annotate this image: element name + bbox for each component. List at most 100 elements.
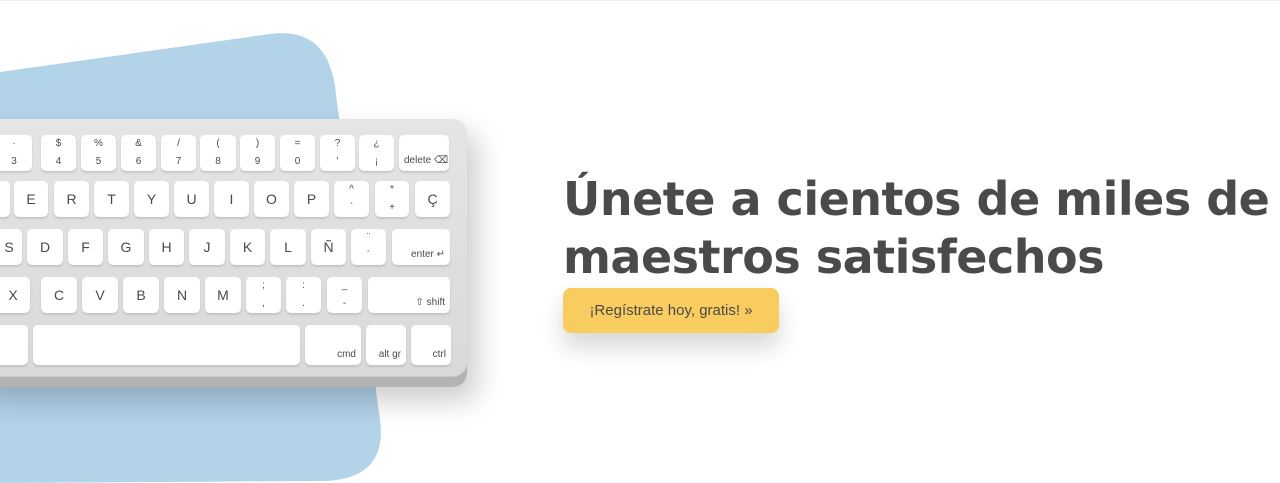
headline-line-1: Únete a cientos de miles de [563,172,1270,226]
key-top-legend: · [12,138,16,149]
keyboard-key: J [189,229,225,265]
key-top-legend: : [302,280,305,291]
key-bottom-legend: ¡ [374,156,379,167]
key-top-legend: ¨ [366,232,371,243]
key-bottom-legend: 7 [175,156,182,167]
keyboard-key: * + [375,181,409,217]
keyboard-key: Y [134,181,169,217]
keyboard-key: ;, [246,277,281,313]
keyboard-key: % 5 [81,135,116,171]
keyboard-key: F [68,229,103,265]
key-label: J [203,239,211,255]
keyboard-body: · 3 $4% 5 & 6/7(8) 9 = 0? ' ¿ ¡ delete ⌫ E R T Y U I O P ^ ` * +… [0,119,467,377]
key-label: L [284,239,292,255]
keyboard-key [0,181,10,217]
key-top-legend: * [390,184,394,195]
keyboard-key: Ñ [311,229,346,265]
keyboard-key: alt gr [366,325,406,365]
key-label: ctrl [432,349,446,360]
keyboard-key: ¿ ¡ [359,135,394,171]
keyboard-key: M [205,277,241,313]
key-label: F [81,239,90,255]
key-label: D [39,239,51,255]
key-label: enter ↵ [411,249,445,260]
keyboard-key: O [254,181,289,217]
keyboard-key: L [270,229,306,265]
key-label: B [136,287,146,303]
key-label: O [266,191,277,207]
key-bottom-legend: ` [349,202,354,213]
keyboard-key: H [149,229,184,265]
key-top-legend: ) [255,138,260,149]
keyboard-key: enter ↵ [392,229,450,265]
keyboard-key: /7 [161,135,196,171]
key-bottom-legend: 9 [254,156,261,167]
key-label: ⇧ shift [415,297,446,308]
keyboard-key: ^ ` [334,181,369,217]
key-label: alt gr [378,349,401,360]
keyboard-key: K [230,229,265,265]
key-bottom-legend: ´ [366,250,371,261]
key-label: N [176,287,188,303]
keyboard-key: E [14,181,48,217]
keyboard-key: N [164,277,200,313]
keyboard-key: cmd [305,325,361,365]
keyboard-key: S [0,229,22,265]
keyboard-key: I [214,181,249,217]
keyboard-key: (8 [200,135,236,171]
keyboard-key: Ç [415,181,450,217]
keyboard-key: X [0,277,30,313]
key-bottom-legend: . [302,298,305,309]
key-label: G [120,239,132,255]
key-label: C [53,287,65,303]
key-bottom-legend: 3 [11,156,17,167]
key-label: Y [146,191,157,207]
keyboard-key: delete ⌫ [399,135,449,171]
keyboard-key: B [123,277,159,313]
keyboard-key: · 3 [0,135,32,171]
keyboard-key [0,325,28,365]
key-bottom-legend: 4 [55,156,62,167]
key-label: K [242,239,253,255]
key-bottom-legend: - [342,298,347,309]
keyboard-key: U [174,181,209,217]
keyboard-key: T [94,181,129,217]
key-label: Ñ [323,239,334,255]
key-label: X [8,287,18,303]
key-top-legend: ^ [349,184,354,195]
key-label: H [161,239,172,255]
key-bottom-legend: ' [336,156,339,167]
keyboard-key: V [82,277,118,313]
key-bottom-legend: 0 [294,156,301,167]
key-top-legend: ; [262,280,265,291]
keyboard-key: ⇧ shift [368,277,450,313]
key-label: I [229,191,234,207]
key-bottom-legend: 8 [215,156,221,167]
key-label: M [217,287,229,303]
key-label: Ç [427,191,438,207]
signup-button[interactable]: ¡Regístrate hoy, gratis! » [563,288,779,333]
key-bottom-legend: 5 [95,156,102,167]
key-top-legend: & [135,138,142,149]
key-label: cmd [337,349,356,360]
keyboard-key: & 6 [121,135,156,171]
headline-line-2: maestros satisfechos [563,230,1105,284]
key-top-legend: ¿ [373,138,380,149]
key-label: P [306,191,317,207]
key-top-legend: ( [216,138,220,149]
key-top-legend: % [94,138,103,149]
key-label: V [95,287,105,303]
keyboard-key: ? ' [320,135,355,171]
keyboard-key: _ - [327,277,362,313]
key-top-legend: / [177,138,180,149]
keyboard-key: = 0 [280,135,315,171]
keyboard-key: D [27,229,63,265]
key-label: R [66,191,77,207]
key-bottom-legend: 6 [135,156,142,167]
keyboard-key: ctrl [411,325,451,365]
keyboard-key: :. [286,277,321,313]
key-bottom-legend: + [389,202,395,213]
keyboard-key: G [108,229,144,265]
keyboard-key: ) 9 [240,135,275,171]
key-top-legend: $ [55,138,62,149]
